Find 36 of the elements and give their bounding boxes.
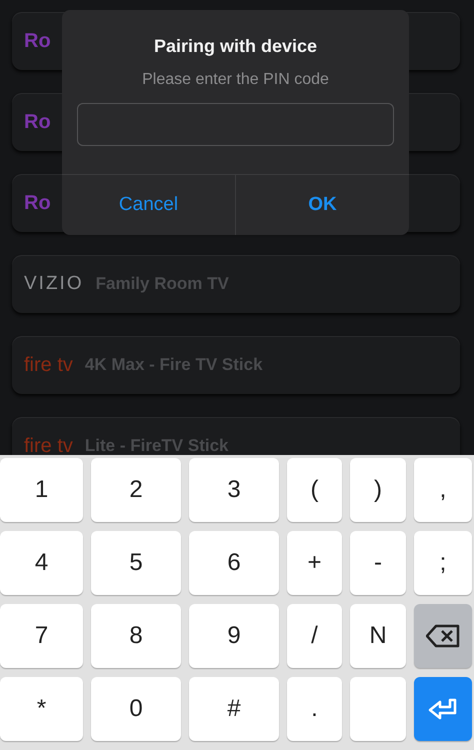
keyboard-key[interactable]: * [0, 677, 83, 741]
dialog-message: Please enter the PIN code [142, 71, 329, 89]
enter-icon [428, 697, 458, 721]
keyboard-key[interactable]: # [189, 677, 279, 741]
keyboard-key[interactable]: 1 [0, 458, 83, 522]
keyboard-key[interactable]: + [287, 531, 342, 595]
brand-logo: Ro [24, 110, 51, 134]
keyboard-key[interactable]: ) [350, 458, 406, 522]
keyboard-key[interactable]: / [287, 604, 342, 668]
brand-logo: fire tv [24, 354, 73, 376]
keyboard-key[interactable]: 8 [91, 604, 181, 668]
pin-field[interactable] [77, 103, 394, 146]
keyboard-key[interactable]: - [350, 531, 406, 595]
keyboard-key[interactable]: 6 [189, 531, 279, 595]
keyboard-key[interactable]: 7 [0, 604, 83, 668]
brand-logo: VIZIO [24, 273, 84, 295]
cancel-button[interactable]: Cancel [62, 175, 235, 235]
keyboard-key[interactable]: , [414, 458, 472, 522]
keyboard-key[interactable]: 9 [189, 604, 279, 668]
keyboard-key[interactable]: 5 [91, 531, 181, 595]
keyboard-key[interactable]: ; [414, 531, 472, 595]
brand-logo: fire tv [24, 434, 73, 455]
backspace-icon [426, 624, 460, 648]
keyboard-key[interactable]: ( [287, 458, 342, 522]
keyboard-key[interactable]: 0 [91, 677, 181, 741]
keyboard-key[interactable]: N [350, 604, 406, 668]
brand-logo: Ro [24, 192, 51, 214]
keyboard-key[interactable]: 2 [91, 458, 181, 522]
enter-key[interactable] [414, 677, 472, 741]
keyboard-key[interactable]: 3 [189, 458, 279, 522]
dialog-title: Pairing with device [154, 36, 318, 57]
brand-logo: Ro [24, 30, 51, 52]
ok-button[interactable]: OK [235, 175, 409, 235]
backspace-key[interactable] [414, 604, 472, 668]
keyboard-key[interactable]: . [287, 677, 342, 741]
keyboard-key[interactable]: 4 [0, 531, 83, 595]
